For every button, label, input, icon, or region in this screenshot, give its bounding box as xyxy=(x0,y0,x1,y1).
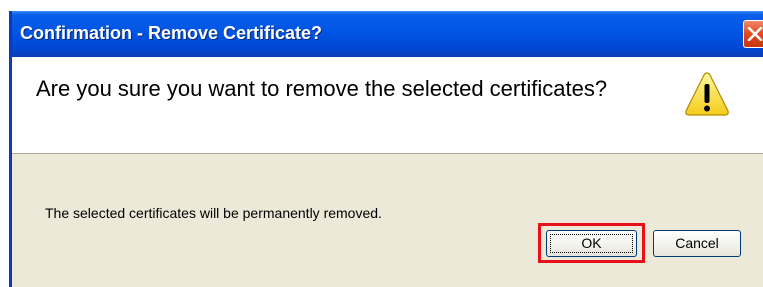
ok-button-label: OK xyxy=(581,235,602,251)
confirmation-dialog: Confirmation - Remove Certificate? Are y… xyxy=(9,11,763,287)
dialog-title: Confirmation - Remove Certificate? xyxy=(20,23,323,43)
dialog-header: Are you sure you want to remove the sele… xyxy=(12,57,763,154)
warning-icon xyxy=(685,72,729,116)
close-button[interactable] xyxy=(743,20,763,48)
dialog-description: The selected certificates will be perman… xyxy=(45,205,382,221)
cancel-button[interactable]: Cancel xyxy=(653,230,741,257)
title-bar[interactable]: Confirmation - Remove Certificate? xyxy=(12,11,763,57)
ok-button[interactable]: OK xyxy=(546,230,637,257)
close-icon xyxy=(747,27,763,41)
dialog-heading: Are you sure you want to remove the sele… xyxy=(36,76,608,101)
cancel-button-label: Cancel xyxy=(675,235,719,251)
